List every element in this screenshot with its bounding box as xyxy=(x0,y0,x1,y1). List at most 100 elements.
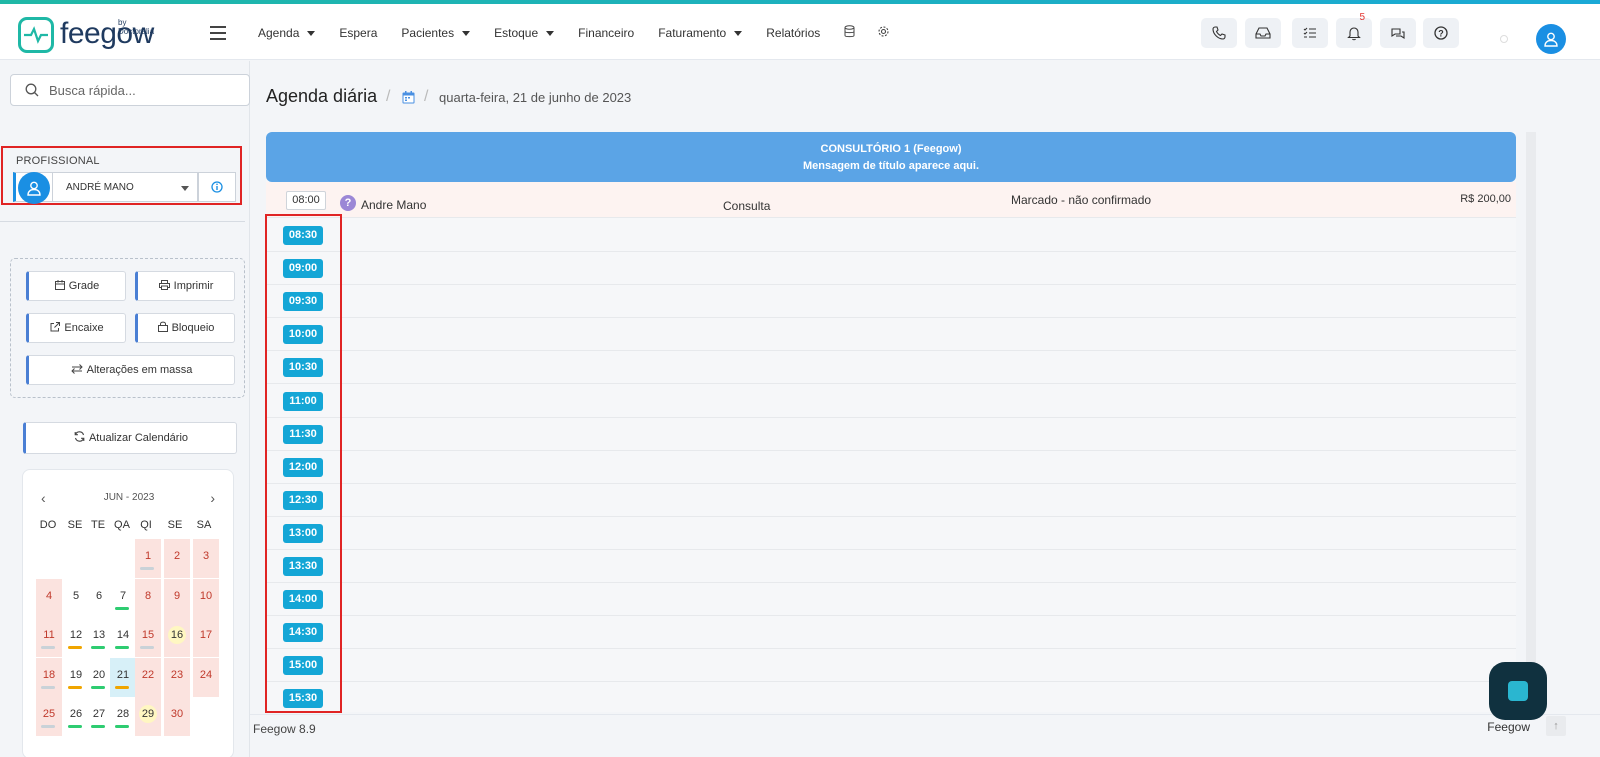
checklist-icon xyxy=(1303,27,1316,38)
calendar-day-number: 14 xyxy=(116,629,130,641)
gear-icon[interactable] xyxy=(877,25,890,41)
calendar-day-number: 28 xyxy=(116,708,130,720)
scroll-up-button[interactable]: ↑ xyxy=(1546,716,1566,736)
calendar-day[interactable]: 20 xyxy=(86,658,112,697)
inbox-button[interactable] xyxy=(1245,18,1281,48)
nav-item-relatórios[interactable]: Relatórios xyxy=(766,26,820,40)
nav-item-financeiro[interactable]: Financeiro xyxy=(578,26,634,40)
calendar-day[interactable]: 8 xyxy=(135,578,161,618)
bulk-changes-label: Alterações em massa xyxy=(86,364,193,376)
scrollbar[interactable] xyxy=(1526,132,1536,712)
notifications-button[interactable]: 5 xyxy=(1336,12,1372,48)
appointment-row[interactable]: 08:00 ? Andre Mano Consulta Marcado - nã… xyxy=(266,182,1516,218)
database-icon[interactable] xyxy=(844,25,855,41)
grade-button[interactable]: Grade xyxy=(26,271,126,301)
bulk-changes-button[interactable]: Alterações em massa xyxy=(26,355,235,385)
time-slot-row[interactable]: 13:00 xyxy=(266,517,1516,550)
time-slot-row[interactable]: 15:30 xyxy=(266,682,1516,716)
time-slot-row[interactable]: 13:30 xyxy=(266,550,1516,583)
print-button[interactable]: Imprimir xyxy=(135,271,235,301)
time-slot-row[interactable]: 14:00 xyxy=(266,583,1516,617)
calendar-day[interactable]: 16 xyxy=(164,618,190,657)
time-slot-row[interactable]: 08:30 xyxy=(266,219,1516,252)
calendar-day[interactable]: 3 xyxy=(193,539,219,578)
encaixe-button[interactable]: Encaixe xyxy=(26,313,126,343)
chevron-down-icon xyxy=(307,30,316,36)
refresh-calendar-button[interactable]: Atualizar Calendário xyxy=(23,422,237,454)
time-slot-row[interactable]: 10:00 xyxy=(266,318,1516,352)
menu-icon[interactable] xyxy=(210,26,226,40)
nav-item-espera[interactable]: Espera xyxy=(339,26,377,40)
calendar-day[interactable]: 14 xyxy=(110,618,136,657)
time-slot-row[interactable]: 14:30 xyxy=(266,616,1516,650)
calendar-day[interactable]: 28 xyxy=(110,697,136,736)
appointment-patient[interactable]: Andre Mano xyxy=(361,198,426,212)
calendar-day[interactable]: 11 xyxy=(36,618,62,657)
calendar-day[interactable]: 25 xyxy=(36,697,62,736)
calendar-day[interactable]: 7 xyxy=(110,579,136,618)
nav-item-agenda[interactable]: Agenda xyxy=(258,26,316,40)
calendar-day[interactable]: 30 xyxy=(164,697,190,736)
day-occupancy-bar xyxy=(68,646,82,649)
bloqueio-button[interactable]: Bloqueio xyxy=(135,313,235,343)
tasks-button[interactable] xyxy=(1292,18,1328,48)
phone-button[interactable] xyxy=(1201,18,1237,48)
day-occupancy-bar xyxy=(41,725,55,728)
time-slot-row[interactable]: 09:00 xyxy=(266,252,1516,286)
nav-item-label: Pacientes xyxy=(401,26,455,40)
time-slot-row[interactable]: 11:00 xyxy=(266,385,1516,418)
calendar-day[interactable]: 10 xyxy=(193,578,219,618)
time-slot-row[interactable]: 10:30 xyxy=(266,351,1516,385)
calendar-day[interactable]: 9 xyxy=(164,578,190,618)
calendar-day[interactable]: 15 xyxy=(135,618,161,657)
calendar-day[interactable]: 24 xyxy=(193,657,219,697)
calendar-day[interactable]: 23 xyxy=(164,657,190,697)
user-avatar[interactable] xyxy=(1536,24,1566,54)
calendar-day-number: 27 xyxy=(92,708,106,720)
room-header: CONSULTÓRIO 1 (Feegow) Mensagem de títul… xyxy=(266,132,1516,182)
calendar-day[interactable]: 13 xyxy=(86,618,112,657)
calendar-day[interactable]: 22 xyxy=(135,657,161,697)
calendar-day[interactable]: 6 xyxy=(86,579,112,618)
nav-item-estoque[interactable]: Estoque xyxy=(494,26,555,40)
logo[interactable]: feegow by Doctoralia xyxy=(18,16,154,54)
calendar-day-number: 17 xyxy=(199,629,213,641)
nav-item-pacientes[interactable]: Pacientes xyxy=(401,26,471,40)
calendar-day[interactable]: 27 xyxy=(86,697,112,736)
breadcrumb-date: quarta-feira, 21 de junho de 2023 xyxy=(439,90,632,105)
calendar-day[interactable]: 2 xyxy=(164,539,190,578)
calendar-day[interactable]: 1 xyxy=(135,539,161,578)
calendar-day[interactable]: 29 xyxy=(135,697,161,736)
search-input[interactable] xyxy=(49,82,229,98)
calendar-icon[interactable] xyxy=(402,91,415,107)
refresh-icon xyxy=(74,431,85,445)
floating-action-button[interactable] xyxy=(1489,662,1547,720)
info-icon xyxy=(211,181,223,193)
calendar-day[interactable]: 21 xyxy=(110,657,136,697)
help-button[interactable]: ? xyxy=(1423,18,1459,48)
question-icon: ? xyxy=(340,195,356,211)
time-slot-row[interactable]: 12:00 xyxy=(266,451,1516,484)
calendar-day-number: 25 xyxy=(42,708,56,720)
calendar-day[interactable]: 18 xyxy=(36,657,62,697)
appointment-time[interactable]: 08:00 xyxy=(286,191,326,210)
professional-highlight-box: PROFISSIONAL ANDRÉ MANO xyxy=(1,146,242,205)
professional-dropdown[interactable]: ANDRÉ MANO xyxy=(53,172,198,202)
time-slot-row[interactable]: 11:30 xyxy=(266,418,1516,451)
breadcrumb-separator: / xyxy=(386,88,391,105)
chevron-down-icon xyxy=(462,30,471,36)
nav-item-faturamento[interactable]: Faturamento xyxy=(658,26,743,40)
chat-button[interactable] xyxy=(1380,18,1416,48)
calendar-day-number: 7 xyxy=(119,589,127,602)
quick-search[interactable] xyxy=(10,74,250,106)
calendar-day[interactable]: 4 xyxy=(36,578,62,618)
time-slot-row[interactable]: 12:30 xyxy=(266,484,1516,517)
time-slot-row[interactable]: 09:30 xyxy=(266,285,1516,319)
bloqueio-label: Bloqueio xyxy=(171,322,215,334)
grade-label: Grade xyxy=(68,280,100,292)
professional-info-button[interactable] xyxy=(198,172,236,202)
calendar-day[interactable]: 17 xyxy=(193,618,219,657)
time-slot-row[interactable]: 15:00 xyxy=(266,649,1516,683)
weekday-label: QI xyxy=(140,519,152,531)
chevron-right-icon[interactable]: › xyxy=(210,490,215,506)
